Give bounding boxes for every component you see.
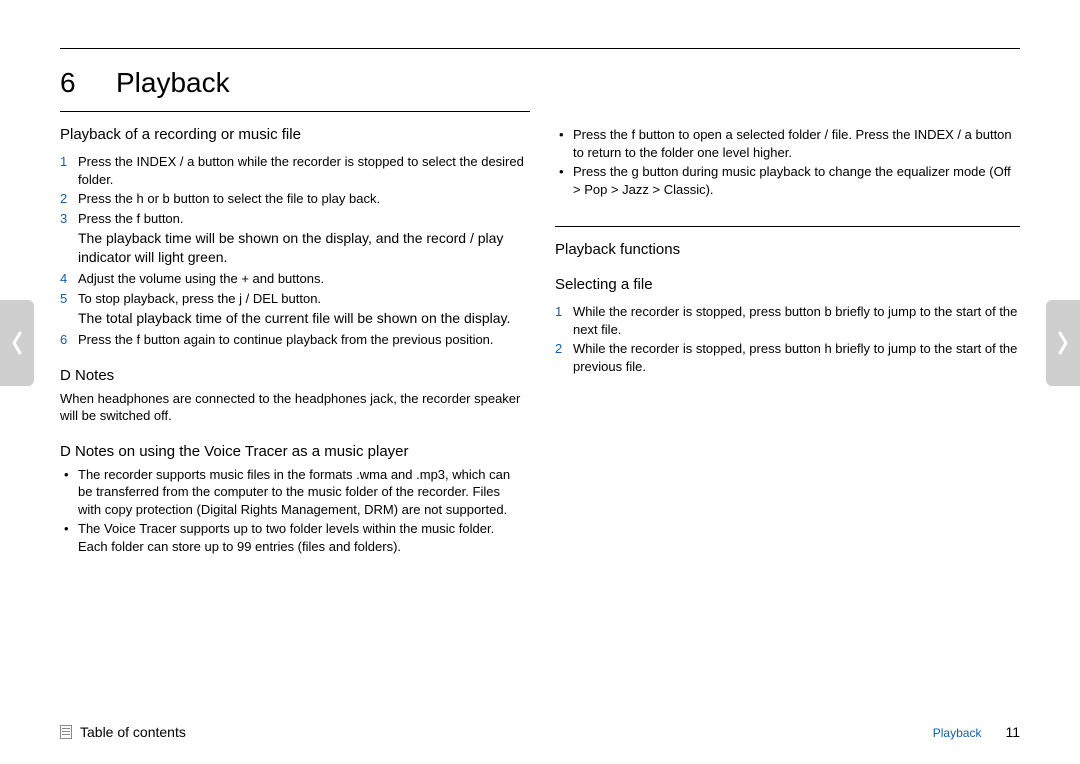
breadcrumb[interactable]: Playback — [933, 726, 982, 740]
section-title-playback-file: Playback of a recording or music file — [60, 126, 525, 143]
chapter-title: Playback — [116, 67, 230, 99]
toc-label: Table of contents — [80, 724, 186, 740]
cont-bullet-1: Press the f button to open a selected fo… — [555, 126, 1020, 161]
step-6: Press the f button again to continue pla… — [60, 331, 525, 349]
playback-steps-cont: Adjust the volume using the + and button… — [60, 270, 525, 307]
subsection-selecting-file: Selecting a file — [555, 276, 1020, 293]
page-footer: Table of contents Playback 11 — [60, 724, 1020, 740]
music-note-2: The Voice Tracer supports up to two fold… — [60, 520, 525, 555]
music-notes-list: The recorder supports music files in the… — [60, 466, 525, 556]
step-result-1: The playback time will be shown on the d… — [78, 229, 525, 267]
chevron-left-icon — [10, 329, 24, 357]
chapter-number: 6 — [60, 67, 116, 99]
chevron-right-icon — [1056, 329, 1070, 357]
right-column: Press the f button to open a selected fo… — [555, 126, 1020, 557]
step-5: To stop playback, press the j / DEL butt… — [60, 290, 525, 308]
selecting-steps: While the recorder is stopped, press but… — [555, 303, 1020, 375]
selecting-step-1: While the recorder is stopped, press but… — [555, 303, 1020, 338]
toc-link[interactable]: Table of contents — [60, 724, 186, 740]
step-2: Press the h or b button to select the fi… — [60, 190, 525, 208]
step-result-2: The total playback time of the current f… — [78, 309, 525, 328]
next-page-button[interactable] — [1046, 300, 1080, 386]
left-column: Playback of a recording or music file Pr… — [60, 126, 525, 557]
cont-bullet-2: Press the g button during music playback… — [555, 163, 1020, 198]
music-notes-cont: Press the f button to open a selected fo… — [555, 126, 1020, 198]
toc-icon — [60, 725, 72, 739]
step-4: Adjust the volume using the + and button… — [60, 270, 525, 288]
step-1: Press the INDEX / a button while the rec… — [60, 153, 525, 188]
selecting-step-2: While the recorder is stopped, press but… — [555, 340, 1020, 375]
notes-heading: D Notes — [60, 367, 525, 384]
step-3: Press the f button. — [60, 210, 525, 228]
music-note-1: The recorder supports music files in the… — [60, 466, 525, 519]
playback-steps: Press the INDEX / a button while the rec… — [60, 153, 525, 227]
music-notes-heading: D Notes on using the Voice Tracer as a m… — [60, 443, 525, 460]
section-title-playback-functions: Playback functions — [555, 241, 1020, 258]
page-number: 11 — [1005, 724, 1020, 740]
prev-page-button[interactable] — [0, 300, 34, 386]
chapter-header: 6 Playback — [60, 67, 1020, 99]
playback-steps-cont2: Press the f button again to continue pla… — [60, 331, 525, 349]
notes-text: When headphones are connected to the hea… — [60, 390, 525, 425]
